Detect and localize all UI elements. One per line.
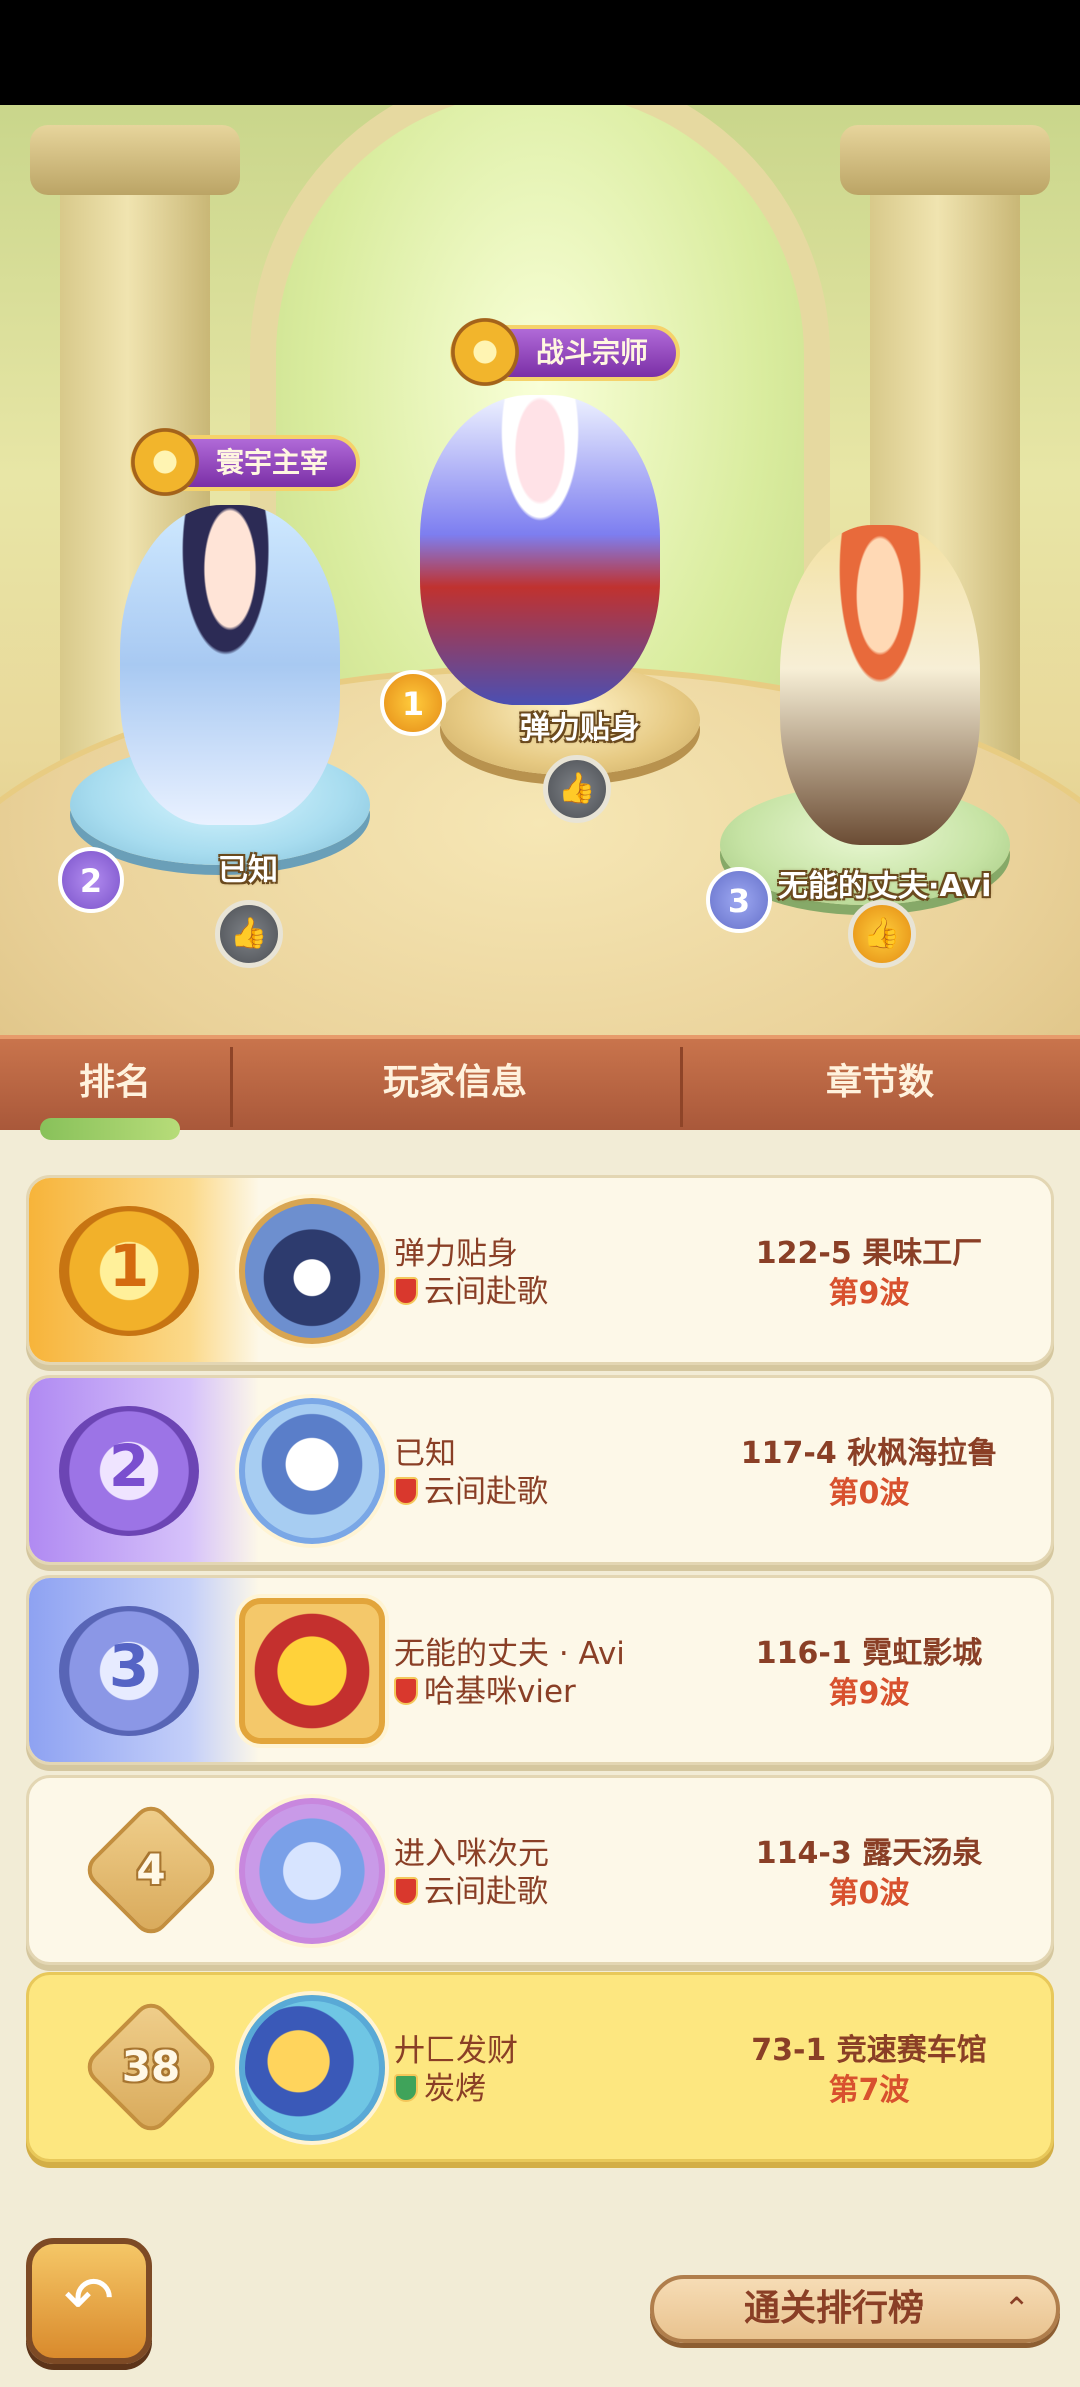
player-guild: 炭烤 bbox=[394, 2063, 486, 2108]
wave-count: 第9波 bbox=[828, 1676, 910, 1711]
clear-leaderboard-toggle[interactable]: 通关排行榜 ⌃ bbox=[650, 2275, 1060, 2343]
podium-rank-1: 1 bbox=[380, 670, 446, 736]
chapter-progress: 114-3 露天汤泉 bbox=[755, 1836, 983, 1871]
like-button-first[interactable]: 👍 bbox=[543, 755, 611, 823]
player-guild: 云间赴歌 bbox=[394, 1866, 548, 1911]
guild-flag-icon bbox=[394, 1477, 418, 1505]
silver-medal-icon: 2 bbox=[59, 1406, 199, 1536]
title-badge-label: 战斗宗师 bbox=[536, 336, 649, 369]
podium-rank-2: 2 bbox=[58, 847, 124, 913]
avatar[interactable] bbox=[239, 1398, 385, 1544]
back-button[interactable]: ↶ bbox=[26, 2238, 152, 2364]
wave-count: 第9波 bbox=[828, 1276, 910, 1311]
title-emblem-icon bbox=[442, 307, 528, 397]
rank-number: 4 bbox=[136, 1845, 166, 1894]
chapter-progress: 116-1 霓虹影城 bbox=[755, 1636, 983, 1671]
thumbs-up-icon: 👍 bbox=[230, 916, 268, 951]
board-label: 通关排行榜 bbox=[744, 2288, 925, 2329]
header-player-info: 玩家信息 bbox=[382, 1062, 527, 1103]
chapter-progress: 122-5 果味工厂 bbox=[755, 1236, 983, 1271]
like-button-second[interactable]: 👍 bbox=[215, 900, 283, 968]
title-badge-first: 战斗宗师 bbox=[442, 307, 681, 397]
podium-name-second: 已知 bbox=[218, 853, 278, 888]
podium-name-third: 无能的丈夫·Avi bbox=[778, 869, 992, 904]
status-bar bbox=[0, 0, 1080, 105]
avatar[interactable] bbox=[239, 1198, 385, 1344]
left-pillar-cap bbox=[30, 125, 240, 195]
bronze-medal-icon: 3 bbox=[59, 1606, 199, 1736]
avatar[interactable] bbox=[239, 1798, 385, 1944]
podium-name-first: 弹力贴身 bbox=[520, 711, 640, 746]
player-guild: 哈基咪vier bbox=[394, 1666, 576, 1711]
title-emblem-icon bbox=[122, 417, 208, 507]
title-badge-label: 寰宇主宰 bbox=[216, 446, 329, 479]
chapter-progress: 73-1 竞速赛车馆 bbox=[751, 2033, 987, 2068]
guild-flag-icon bbox=[394, 1877, 418, 1905]
chapter-progress: 117-4 秋枫海拉鲁 bbox=[740, 1436, 998, 1471]
guild-flag-icon bbox=[394, 2074, 418, 2102]
leaf-decoration bbox=[40, 1118, 180, 1140]
guild-flag-icon bbox=[394, 1677, 418, 1705]
guild-flag-icon bbox=[394, 1277, 418, 1305]
like-button-third[interactable]: 👍 bbox=[848, 900, 916, 968]
wave-count: 第0波 bbox=[828, 1476, 910, 1511]
rank-number: 38 bbox=[121, 2042, 181, 2091]
leaderboard-header: 排名 玩家信息 章节数 bbox=[0, 1035, 1080, 1130]
thumbs-up-icon: 👍 bbox=[558, 771, 596, 806]
gold-medal-icon: 1 bbox=[59, 1206, 199, 1336]
wave-count: 第7波 bbox=[828, 2073, 910, 2108]
right-pillar-cap bbox=[840, 125, 1050, 195]
back-arrow-icon: ↶ bbox=[63, 2264, 115, 2334]
chevron-up-icon: ⌃ bbox=[1003, 2290, 1030, 2328]
title-badge-second: 寰宇主宰 bbox=[122, 417, 361, 507]
leaderboard-row[interactable]: 1 弹力贴身 云间赴歌 122-5 果味工厂 第9波 bbox=[26, 1175, 1054, 1365]
podium-rank-3: 3 bbox=[706, 867, 772, 933]
thumbs-up-icon: 👍 bbox=[863, 916, 901, 951]
avatar[interactable] bbox=[239, 1598, 385, 1744]
self-leaderboard-row[interactable]: 38 廾匚发财 炭烤 73-1 竞速赛车馆 第7波 bbox=[26, 1972, 1054, 2162]
character-first[interactable] bbox=[420, 395, 660, 705]
leaderboard-row[interactable]: 2 已知 云间赴歌 117-4 秋枫海拉鲁 第0波 bbox=[26, 1375, 1054, 1565]
leaderboard-row[interactable]: 4 进入咪次元 云间赴歌 114-3 露天汤泉 第0波 bbox=[26, 1775, 1054, 1965]
avatar[interactable] bbox=[239, 1995, 385, 2141]
character-third[interactable] bbox=[780, 525, 980, 845]
wave-count: 第0波 bbox=[828, 1876, 910, 1911]
character-second[interactable] bbox=[120, 505, 340, 825]
player-guild: 云间赴歌 bbox=[394, 1466, 548, 1511]
leaderboard-row[interactable]: 3 无能的丈夫 · Avi 哈基咪vier 116-1 霓虹影城 第9波 bbox=[26, 1575, 1054, 1765]
podium-scene: 战斗宗师 寰宇主宰 1 2 3 弹力贴身 已知 无能的丈夫·Avi 👍 👍 👍 bbox=[0, 105, 1080, 1035]
player-guild: 云间赴歌 bbox=[394, 1266, 548, 1311]
header-chapters: 章节数 bbox=[825, 1062, 934, 1103]
